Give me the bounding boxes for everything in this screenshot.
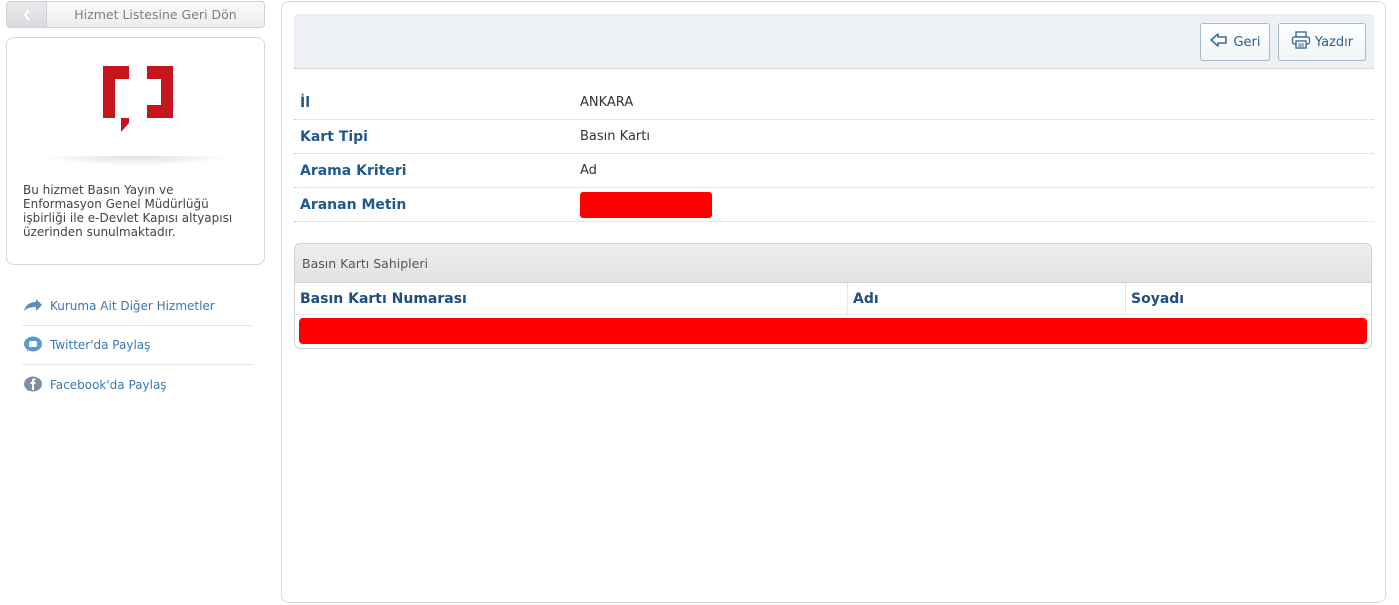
redacted-row [299, 318, 1367, 344]
share-facebook-link[interactable]: Facebook'da Paylaş [22, 365, 253, 404]
back-arrow-icon [1209, 32, 1229, 52]
owners-table-title: Basın Kartı Sahipleri [295, 244, 1371, 283]
chevron-left-icon [7, 2, 47, 27]
print-button[interactable]: Yazdır [1278, 23, 1366, 61]
print-button-label: Yazdır [1314, 34, 1354, 50]
share-twitter-link[interactable]: Twitter'da Paylaş [22, 326, 253, 365]
institution-logo [103, 66, 173, 132]
toolbar: Geri Yazdır [294, 14, 1374, 69]
other-services-label: Kuruma Ait Diğer Hizmetler [50, 299, 215, 313]
institution-info-card: Bu hizmet Basın Yayın ve Enformasyon Gen… [6, 37, 265, 265]
column-header-card-number: Basın Kartı Numarası [295, 283, 848, 314]
detail-row-province: İl ANKARA [294, 86, 1374, 120]
detail-label: Aranan Metin [300, 196, 407, 213]
detail-value: Ad [580, 163, 597, 178]
detail-value: Basın Kartı [580, 129, 650, 144]
detail-row-search-criteria: Arama Kriteri Ad [294, 154, 1374, 188]
owners-table-header: Basın Kartı Numarası Adı Soyadı [295, 283, 1371, 315]
page: Hizmet Listesine Geri Dön Bu hizmet Bası… [0, 0, 1399, 605]
detail-value: ANKARA [580, 95, 634, 110]
other-services-link[interactable]: Kuruma Ait Diğer Hizmetler [22, 287, 253, 326]
back-button-label: Geri [1233, 34, 1261, 50]
detail-label: Kart Tipi [300, 128, 368, 145]
column-header-first-name: Adı [848, 283, 1126, 314]
search-details: İl ANKARA Kart Tipi Basın Kartı Arama Kr… [294, 86, 1374, 222]
twitter-icon [22, 336, 44, 354]
share-twitter-label: Twitter'da Paylaş [50, 338, 151, 352]
side-links: Kuruma Ait Diğer Hizmetler Twitter'da Pa… [22, 287, 253, 404]
logo-shadow [37, 156, 237, 166]
facebook-icon [22, 376, 44, 394]
back-to-service-list-label: Hizmet Listesine Geri Dön [74, 7, 237, 22]
share-facebook-label: Facebook'da Paylaş [50, 377, 167, 392]
detail-label: Arama Kriteri [300, 162, 407, 179]
printer-icon [1291, 31, 1311, 53]
back-button[interactable]: Geri [1200, 23, 1270, 61]
press-card-owners-table: Basın Kartı Sahipleri Basın Kartı Numara… [294, 243, 1372, 349]
arrow-share-icon [22, 297, 44, 315]
redacted-search-text [580, 191, 712, 218]
detail-label: İl [300, 94, 311, 111]
main-panel: Geri Yazdır İl ANKARA Kart Tipi Basın Ka… [281, 1, 1386, 603]
back-to-service-list-button[interactable]: Hizmet Listesine Geri Dön [6, 1, 265, 28]
detail-row-card-type: Kart Tipi Basın Kartı [294, 120, 1374, 154]
service-provider-text: Bu hizmet Basın Yayın ve Enformasyon Gen… [23, 183, 233, 239]
table-row [295, 315, 1371, 347]
column-header-last-name: Soyadı [1131, 290, 1185, 307]
detail-row-search-text: Aranan Metin [294, 188, 1374, 222]
detail-value [580, 191, 712, 218]
